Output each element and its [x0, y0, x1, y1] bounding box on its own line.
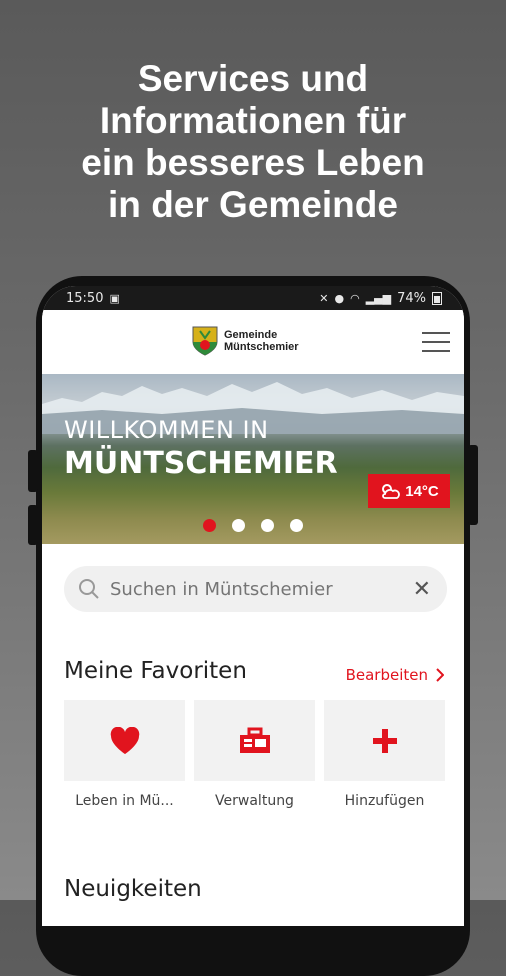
favorites-heading: Meine Favoriten: [64, 658, 247, 684]
search-bar[interactable]: ✕: [64, 566, 447, 612]
heart-icon: [110, 726, 139, 754]
hero-banner[interactable]: WILLKOMMEN IN MÜNTSCHEMIER 14°C: [42, 374, 464, 544]
hero-town-name: MÜNTSCHEMIER: [64, 446, 338, 481]
phone-side-button: [28, 505, 38, 545]
phone-power-button: [468, 445, 478, 525]
favorite-tile-add[interactable]: Hinzufügen: [324, 700, 445, 809]
edit-favorites-button[interactable]: Bearbeiten: [346, 666, 444, 684]
status-bar: 15:50 ▣ ✕ ● ◠ ▂▄▆ 74%: [42, 286, 464, 310]
favorite-tile-verwaltung[interactable]: Verwaltung: [194, 700, 315, 809]
partly-sunny-icon: [382, 484, 401, 499]
screenshot-icon: ▣: [109, 291, 120, 305]
app-header: Gemeinde Müntschemier: [42, 310, 464, 374]
logo-line-1: Gemeinde: [224, 329, 278, 341]
headline-line-2: Informationen für: [99, 100, 407, 141]
promo-headline: Services und Informationen für ein besse…: [0, 58, 506, 226]
tile-icon-box: [194, 700, 315, 781]
search-icon: [79, 579, 99, 599]
weather-badge[interactable]: 14°C: [368, 474, 450, 508]
carousel-indicators: [42, 519, 464, 532]
carousel-dot-2[interactable]: [232, 519, 245, 532]
headline-line-3: ein besseres Leben: [81, 142, 425, 183]
phone-screen: 15:50 ▣ ✕ ● ◠ ▂▄▆ 74% Gemeinde Müntschem…: [42, 286, 464, 926]
location-icon: ●: [334, 291, 345, 305]
headline-line-4: in der Gemeinde: [108, 184, 398, 225]
battery-icon: [432, 291, 442, 305]
temperature-value: 14°C: [405, 482, 439, 500]
favorite-label: Leben in Mü...: [75, 793, 174, 809]
wifi-icon: ◠: [350, 291, 360, 305]
favorites-tiles: Leben in Mü... Verwaltung Hinzufügen: [64, 700, 445, 809]
carousel-dot-4[interactable]: [290, 519, 303, 532]
battery-level: 74%: [397, 290, 426, 306]
mute-icon: ✕: [319, 291, 329, 305]
carousel-dot-3[interactable]: [261, 519, 274, 532]
coat-of-arms-icon: [192, 326, 218, 356]
favorite-label: Hinzufügen: [344, 793, 425, 809]
hamburger-menu-icon[interactable]: [422, 332, 450, 352]
plus-icon: [372, 728, 397, 753]
headline-line-1: Services und: [137, 58, 369, 99]
logo-line-2: Müntschemier: [224, 341, 299, 353]
status-time: 15:50: [66, 290, 104, 306]
news-heading: Neuigkeiten: [64, 876, 202, 902]
favorite-label: Verwaltung: [215, 793, 294, 809]
phone-volume-button: [28, 450, 38, 492]
carousel-dot-1[interactable]: [203, 519, 216, 532]
edit-favorites-label: Bearbeiten: [345, 666, 428, 684]
hero-welcome-text: WILLKOMMEN IN: [64, 416, 269, 444]
administration-icon: [239, 727, 270, 753]
gemeinde-logo[interactable]: Gemeinde Müntschemier: [192, 326, 299, 356]
chevron-right-icon: [436, 668, 444, 682]
clear-search-icon[interactable]: ✕: [413, 576, 431, 602]
tile-icon-box: [324, 700, 445, 781]
search-input[interactable]: [108, 577, 402, 601]
favorite-tile-leben[interactable]: Leben in Mü...: [64, 700, 185, 809]
tile-icon-box: [64, 700, 185, 781]
signal-icon: ▂▄▆: [365, 291, 392, 305]
